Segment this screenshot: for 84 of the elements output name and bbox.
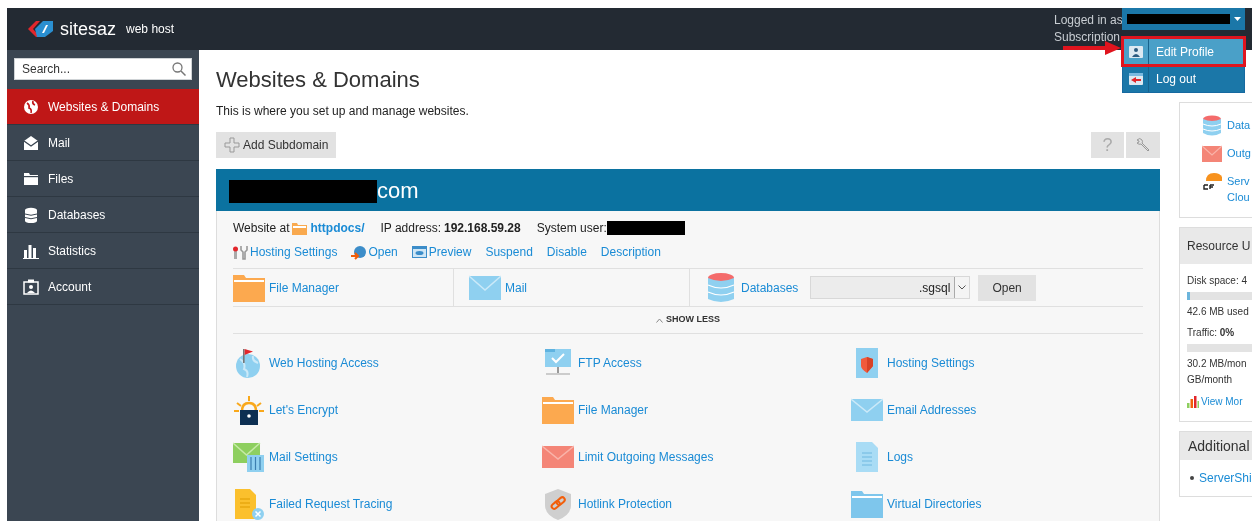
show-less-toggle[interactable]: SHOW LESS [656,313,720,327]
chevron-up-icon [656,317,663,323]
menu-item[interactable]: Log out [1123,65,1244,92]
feature-link[interactable]: Let's Encrypt [269,400,338,419]
open-button[interactable]: Open [978,274,1036,301]
disk-usage-text: 42.6 MB used [1187,305,1250,319]
ip-label: IP address: [380,220,441,237]
feature-link[interactable]: File Manager [578,400,649,419]
globe-icon [23,98,39,115]
logged-in-label: Logged in as [1054,12,1123,29]
folder-icon [292,221,308,235]
bar-chart-icon [23,242,39,259]
sidebar-item[interactable]: Statistics [7,233,199,269]
quick-link[interactable]: Data [1227,115,1251,133]
additional-link[interactable]: ServerShi [1199,469,1252,487]
envelope-icon [1202,143,1222,164]
database-icon [23,206,39,223]
tool-link[interactable]: File Manager [269,278,340,297]
feature-link[interactable]: Web Hosting Access [269,353,379,372]
quick-link[interactable]: Outg [1227,143,1251,161]
page-description: This is where you set up and manage websites. [216,103,470,120]
logo-icon [26,19,54,39]
bar-chart-icon [1187,395,1199,408]
wrench-icon [1135,137,1151,153]
action-link[interactable]: Disable [546,243,587,261]
sidebar-item[interactable]: Databases [7,197,199,233]
preview-window-icon [411,244,427,260]
tool-link[interactable]: Databases [741,278,799,297]
feature-link[interactable]: Virtual Directories [887,494,982,513]
chevron-down-icon [958,285,967,290]
user-menu-button[interactable] [1122,8,1245,30]
ip-address: 192.168.59.28 [443,220,521,237]
folder-icon [23,170,39,187]
traffic-label: Traffic: 0% [1187,326,1236,340]
feature-link[interactable]: Mail Settings [269,447,338,466]
docroot-link[interactable]: httpdocs/ [310,219,365,237]
sidebar-item[interactable]: Websites & Domains [7,89,199,125]
sidebar-item[interactable]: Account [7,269,199,305]
action-link[interactable]: Open [351,243,398,261]
add-subdomain-button[interactable]: Add Subdomain [216,132,337,158]
search-field[interactable]: Search... [14,58,192,80]
database-select[interactable]: .sgsql [810,276,971,299]
envelope-sliders-icon [233,440,265,473]
view-more-link[interactable]: View Mor [1187,394,1243,409]
help-button[interactable]: ? [1091,132,1124,158]
tools-icon [233,244,248,260]
feature-link[interactable]: Hotlink Protection [578,494,673,513]
bullet-icon [1190,476,1194,480]
feature-link[interactable]: Hosting Settings [887,353,975,372]
action-link[interactable]: Hosting Settings [233,243,338,261]
search-icon [172,62,186,76]
logo-text: sitesaz [60,17,117,41]
feature-link[interactable]: FTP Access [578,353,642,372]
logo-subtitle: web host [126,21,175,38]
page-title: Websites & Domains [216,66,420,94]
disk-space-label: Disk space: 4 [1187,274,1249,288]
domain-name: com [377,176,419,205]
card-title: Additional [1180,432,1252,460]
subscription-label: Subscription [1054,29,1121,46]
tool-link[interactable]: Mail [505,278,527,297]
plus-icon [224,137,240,153]
quick-link[interactable]: Serv Clou [1227,171,1250,205]
envelope-icon [23,134,39,151]
sidebar-item[interactable]: Mail [7,125,199,161]
system-user-label: System user: [536,220,607,237]
feature-link[interactable]: Logs [887,447,914,466]
sidebar-item[interactable]: Files [7,161,199,197]
card-title: Resource U [1180,228,1252,264]
action-link[interactable]: Suspend [485,243,533,261]
feature-link[interactable]: Email Addresses [887,400,977,419]
action-link[interactable]: Preview [411,243,472,261]
cloud-cf-icon [1202,171,1222,192]
shield-link-icon [542,487,574,520]
feature-link[interactable]: Limit Outgoing Messages [578,447,714,466]
action-link[interactable]: Description [600,243,661,261]
feature-link[interactable]: Failed Request Tracing [269,494,393,513]
caret-icon [1234,17,1241,21]
id-card-icon [23,278,39,295]
padlock-sun-icon [233,393,265,426]
traffic-usage-text: 30.2 MB/mon GB/month [1187,357,1248,387]
database-icon [1202,115,1222,136]
website-at-label: Website at [233,220,290,237]
database-icon [705,271,737,304]
profile-card-icon [1128,45,1143,58]
